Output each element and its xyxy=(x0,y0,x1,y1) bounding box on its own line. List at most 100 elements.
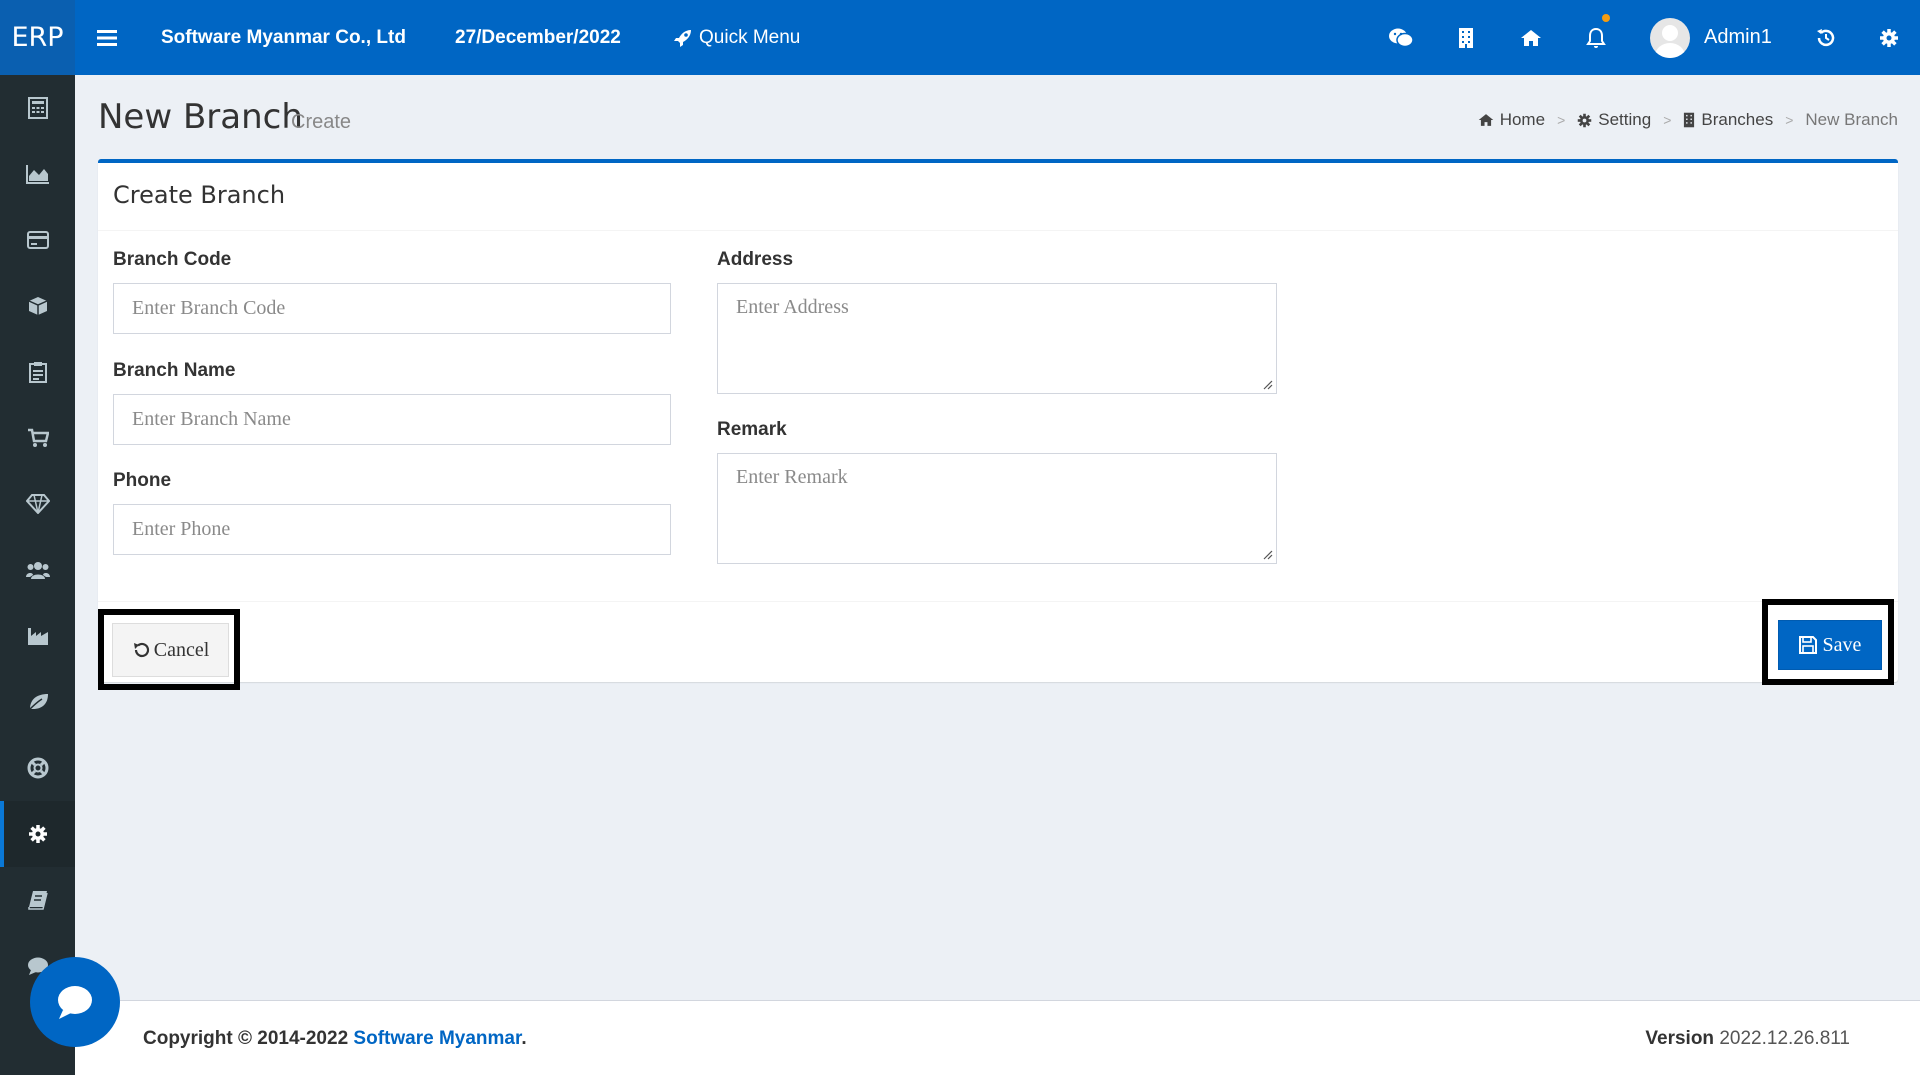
home-button[interactable] xyxy=(1511,0,1551,75)
breadcrumb-branches-label: Branches xyxy=(1701,110,1774,129)
phone-label: Phone xyxy=(113,470,172,491)
wechat-icon xyxy=(1389,28,1414,47)
save-button[interactable]: Save xyxy=(1778,620,1882,670)
sidebar-item-orders[interactable] xyxy=(0,339,75,405)
version-value: 2022.12.26.811 xyxy=(1719,1028,1850,1049)
sidebar-item-inventory[interactable] xyxy=(0,669,75,735)
settings-button[interactable] xyxy=(1869,0,1909,75)
building-icon xyxy=(1684,112,1695,128)
gear-icon xyxy=(1880,28,1898,47)
breadcrumb-separator: > xyxy=(1785,112,1794,128)
sidebar-item-customers[interactable] xyxy=(0,537,75,603)
branch-code-label: Branch Code xyxy=(113,249,232,270)
diamond-icon xyxy=(25,494,50,514)
chat-icon xyxy=(58,986,92,1019)
save-button-highlight: Save xyxy=(1762,599,1894,685)
divider xyxy=(98,230,1898,231)
notification-dot xyxy=(1602,14,1610,22)
sidebar-item-settings[interactable] xyxy=(0,801,75,867)
breadcrumb-separator: > xyxy=(1663,112,1672,128)
sidebar-item-accounting[interactable] xyxy=(0,75,75,141)
quick-menu-label: Quick Menu xyxy=(699,26,801,48)
notifications-button[interactable] xyxy=(1576,0,1616,75)
sidebar-item-premium[interactable] xyxy=(0,471,75,537)
cube-icon xyxy=(28,297,47,315)
footer: Copyright © 2014-2022 Software Myanmar. … xyxy=(75,1000,1920,1075)
resize-grip-icon[interactable] xyxy=(1261,548,1273,560)
branch-button[interactable] xyxy=(1446,0,1486,75)
cancel-label: Cancel xyxy=(153,638,210,661)
sidebar-item-production[interactable] xyxy=(0,603,75,669)
username[interactable]: Admin1 xyxy=(1704,0,1772,75)
sidebar xyxy=(0,75,75,1075)
address-textarea[interactable] xyxy=(717,283,1277,394)
breadcrumb-setting[interactable]: Setting xyxy=(1577,110,1651,130)
copyright-suffix: . xyxy=(521,1028,527,1049)
breadcrumb-branches[interactable]: Branches xyxy=(1683,110,1773,130)
copyright: Copyright © 2014-2022 Software Myanmar. xyxy=(143,1028,527,1050)
cancel-button[interactable]: Cancel xyxy=(112,623,229,677)
copyright-text: Copyright © 2014-2022 xyxy=(143,1028,354,1049)
company-link[interactable]: Software Myanmar xyxy=(353,1028,521,1049)
company-name: Software Myanmar Co., Ltd xyxy=(161,26,406,48)
app-logo[interactable]: ERP xyxy=(0,0,75,75)
calculator-icon xyxy=(27,97,48,119)
undo-icon xyxy=(133,642,149,658)
sidebar-item-payments[interactable] xyxy=(0,207,75,273)
divider xyxy=(98,601,1898,602)
address-label: Address xyxy=(717,249,794,270)
sidebar-item-reports[interactable] xyxy=(0,141,75,207)
sidebar-item-support[interactable] xyxy=(0,735,75,801)
remark-label: Remark xyxy=(717,419,787,440)
avatar[interactable] xyxy=(1650,18,1690,58)
industry-icon xyxy=(27,628,48,645)
branch-name-input[interactable] xyxy=(113,394,671,445)
bell-icon xyxy=(1586,27,1606,48)
leaf-icon xyxy=(26,694,48,712)
resize-grip-icon[interactable] xyxy=(1261,378,1273,390)
home-icon xyxy=(1478,114,1493,126)
credit-card-icon xyxy=(26,231,49,249)
panel-title: Create Branch xyxy=(113,181,286,209)
breadcrumb-current: New Branch xyxy=(1805,110,1898,129)
current-date: 27/December/2022 xyxy=(455,26,621,48)
sidebar-item-documents[interactable] xyxy=(0,867,75,933)
menu-toggle-button[interactable] xyxy=(87,0,127,75)
live-chat-button[interactable] xyxy=(30,957,120,1047)
top-navbar: ERP Software Myanmar Co., Ltd 27/Decembe… xyxy=(0,0,1920,75)
create-branch-panel: Create Branch Branch Code Branch Name Ph… xyxy=(98,159,1898,690)
remark-textarea[interactable] xyxy=(717,453,1277,564)
history-button[interactable] xyxy=(1806,0,1846,75)
gear-icon xyxy=(28,825,47,843)
page-subtitle: Create xyxy=(291,111,352,133)
branch-name-label: Branch Name xyxy=(113,360,236,381)
phone-input[interactable] xyxy=(113,504,671,555)
version-label: Version xyxy=(1645,1028,1715,1049)
rocket-icon xyxy=(674,29,691,47)
menu-icon xyxy=(97,29,117,46)
sidebar-item-sales[interactable] xyxy=(0,405,75,471)
book-icon xyxy=(27,891,48,910)
page-title: New Branch xyxy=(98,97,303,137)
clipboard-icon xyxy=(28,362,47,383)
support-icon xyxy=(27,757,48,779)
floppy-disk-icon xyxy=(1798,636,1817,654)
history-icon xyxy=(1817,28,1835,46)
building-icon xyxy=(1459,27,1473,48)
users-icon xyxy=(25,562,50,579)
breadcrumb-separator: > xyxy=(1557,112,1566,128)
cart-icon xyxy=(27,428,49,447)
breadcrumb: Home > Setting > Branches > New Branch xyxy=(1478,110,1898,130)
breadcrumb-home-label: Home xyxy=(1499,110,1546,129)
wechat-button[interactable] xyxy=(1381,0,1421,75)
version-info: Version 2022.12.26.811 xyxy=(1645,1028,1850,1050)
home-icon xyxy=(1521,29,1541,46)
quick-menu-button[interactable]: Quick Menu xyxy=(673,0,800,75)
breadcrumb-home[interactable]: Home xyxy=(1478,110,1545,130)
sidebar-item-products[interactable] xyxy=(0,273,75,339)
breadcrumb-setting-label: Setting xyxy=(1598,110,1652,129)
branch-code-input[interactable] xyxy=(113,283,671,334)
cancel-button-highlight: Cancel xyxy=(98,609,240,690)
area-chart-icon xyxy=(25,165,49,184)
save-label: Save xyxy=(1822,633,1862,656)
